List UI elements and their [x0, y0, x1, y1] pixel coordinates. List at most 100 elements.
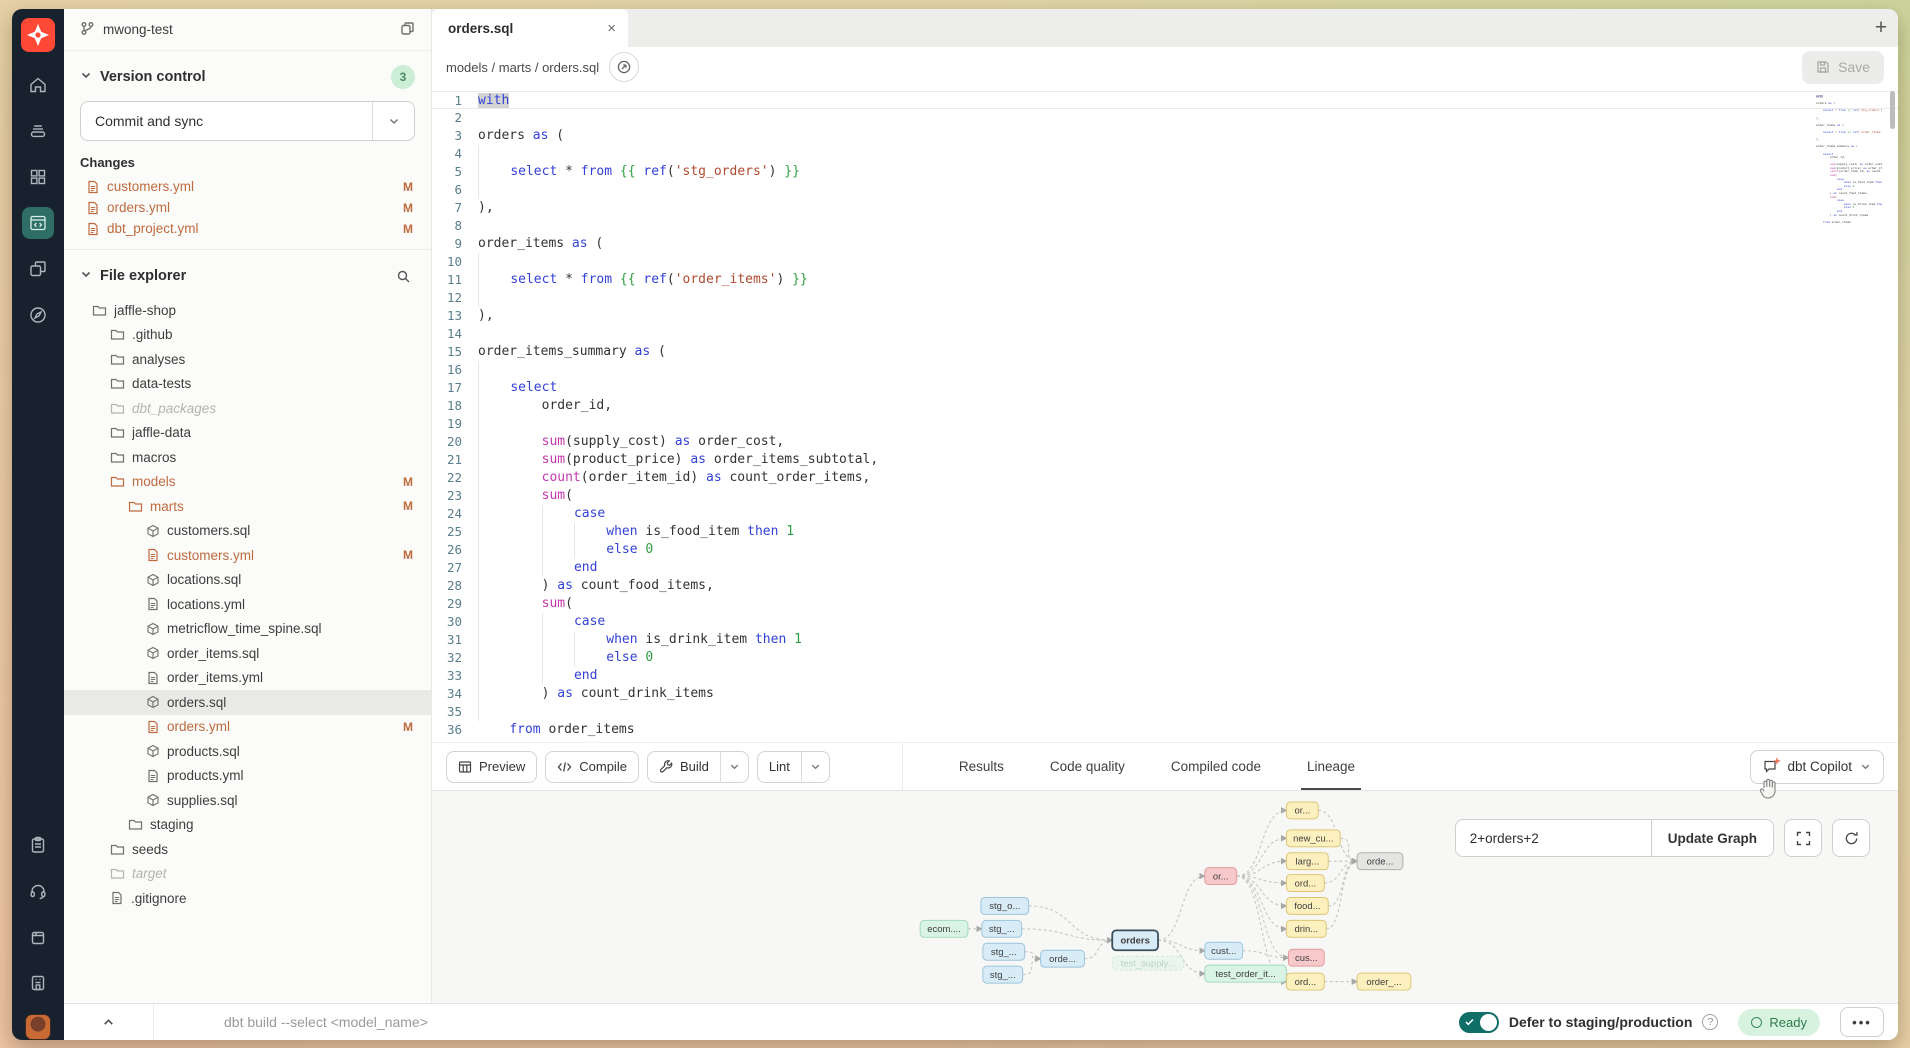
lineage-node-orde_grey[interactable]: orde...: [1357, 853, 1403, 870]
tree-item[interactable]: locations.sql: [64, 568, 431, 593]
line-number: 23: [432, 487, 478, 505]
tree-item[interactable]: macros: [64, 445, 431, 470]
lineage-node-ghost[interactable]: test_supply...: [1112, 956, 1184, 970]
lineage-node-larg[interactable]: larg...: [1286, 853, 1328, 870]
lineage-node-new_cu[interactable]: new_cu...: [1286, 830, 1340, 847]
tree-item[interactable]: customers.ymlM: [64, 543, 431, 568]
tree-item[interactable]: order_items.yml: [64, 666, 431, 691]
help-icon[interactable]: ?: [1702, 1014, 1718, 1030]
tab-lineage[interactable]: Lineage: [1307, 743, 1355, 791]
code-editor[interactable]: 1with23orders as (45 select * from {{ re…: [432, 87, 1898, 742]
minimap[interactable]: withorders as ( select * from {{ ref('st…: [1816, 95, 1882, 300]
tree-item[interactable]: products.sql: [64, 739, 431, 764]
ready-label: Ready: [1769, 1015, 1807, 1030]
lint-options-chevron-icon[interactable]: [801, 752, 829, 782]
tree-item[interactable]: dbt_packages: [64, 396, 431, 421]
file-icon: [146, 720, 160, 734]
lineage-node-ord1[interactable]: ord...: [1286, 875, 1324, 892]
tree-item[interactable]: staging: [64, 813, 431, 838]
changelog-icon[interactable]: [12, 822, 64, 868]
close-icon[interactable]: ×: [607, 20, 616, 37]
save-button[interactable]: Save: [1802, 51, 1884, 84]
copy-icon[interactable]: [400, 21, 415, 39]
lineage-node-drin[interactable]: drin...: [1286, 920, 1326, 937]
preview-button[interactable]: Preview: [446, 751, 537, 783]
lineage-node-ecom[interactable]: ecom....: [920, 920, 968, 937]
projects-icon[interactable]: [12, 246, 64, 292]
lineage-node-or_pink[interactable]: or...: [1205, 868, 1237, 885]
defer-toggle[interactable]: [1459, 1012, 1499, 1033]
lineage-node-or_y[interactable]: or...: [1286, 802, 1318, 819]
expand-command-bar-chevron-icon[interactable]: [64, 1004, 154, 1040]
lineage-node-stg_c[interactable]: stg_...: [983, 943, 1025, 960]
tree-item[interactable]: jaffle-shop: [64, 298, 431, 323]
search-icon[interactable]: [391, 264, 415, 288]
tab-orders-sql[interactable]: orders.sql ×: [432, 9, 628, 47]
docs-icon[interactable]: [12, 914, 64, 960]
changed-file-item[interactable]: dbt_project.ymlM: [64, 218, 431, 239]
compile-button[interactable]: Compile: [545, 751, 639, 783]
avatar[interactable]: [25, 1014, 51, 1040]
lineage-selector-input[interactable]: [1455, 819, 1651, 857]
home-icon[interactable]: [12, 62, 64, 108]
dbt-logo[interactable]: [21, 18, 55, 52]
tab-compiled-code[interactable]: Compiled code: [1171, 743, 1261, 791]
fullscreen-button[interactable]: [1784, 819, 1822, 857]
open-lineage-icon[interactable]: [609, 52, 639, 82]
tree-item[interactable]: .gitignore: [64, 886, 431, 911]
lineage-node-stg_b[interactable]: stg_...: [982, 920, 1022, 937]
tree-item[interactable]: customers.sql: [64, 519, 431, 544]
commit-and-sync-button[interactable]: Commit and sync: [80, 101, 415, 141]
tree-item[interactable]: orders.sql: [64, 690, 431, 715]
tree-item[interactable]: martsM: [64, 494, 431, 519]
changed-file-item[interactable]: customers.ymlM: [64, 176, 431, 197]
tree-item[interactable]: products.yml: [64, 764, 431, 789]
dbt-command-input[interactable]: [154, 1004, 1459, 1040]
build-button[interactable]: Build: [647, 751, 749, 783]
folder-icon: [110, 867, 125, 880]
tree-item[interactable]: target: [64, 862, 431, 887]
chevron-down-icon[interactable]: [80, 268, 92, 284]
lineage-node-cust[interactable]: cust...: [1205, 942, 1243, 959]
code-line: 21 sum(product_price) as order_items_sub…: [432, 451, 1898, 469]
tree-item[interactable]: orders.ymlM: [64, 715, 431, 740]
build-options-chevron-icon[interactable]: [720, 752, 748, 782]
lineage-node-stg_d[interactable]: stg_...: [983, 966, 1023, 983]
lineage-node-cus_pink[interactable]: cus...: [1288, 949, 1324, 966]
commit-options-chevron-icon[interactable]: [372, 102, 414, 140]
lineage-node-ord2[interactable]: ord...: [1286, 973, 1324, 990]
lineage-node-stg_o[interactable]: stg_o...: [981, 897, 1029, 914]
tree-item[interactable]: .github: [64, 323, 431, 348]
lineage-node-orde1[interactable]: orde...: [1041, 950, 1085, 967]
tab-results[interactable]: Results: [959, 743, 1004, 791]
tree-item[interactable]: seeds: [64, 837, 431, 862]
explore-icon[interactable]: [12, 292, 64, 338]
tree-item[interactable]: metricflow_time_spine.sql: [64, 617, 431, 642]
tree-item[interactable]: data-tests: [64, 372, 431, 397]
tree-item[interactable]: order_items.sql: [64, 641, 431, 666]
lineage-node-food[interactable]: food...: [1286, 897, 1328, 914]
chevron-down-icon[interactable]: [80, 69, 92, 85]
refresh-button[interactable]: [1832, 819, 1870, 857]
tree-item[interactable]: analyses: [64, 347, 431, 372]
tree-item[interactable]: locations.yml: [64, 592, 431, 617]
tree-item[interactable]: modelsM: [64, 470, 431, 495]
lineage-node-orders[interactable]: orders: [1112, 930, 1158, 950]
studio-editor-icon[interactable]: [12, 200, 64, 246]
tree-item[interactable]: jaffle-data: [64, 421, 431, 446]
support-icon[interactable]: [12, 868, 64, 914]
more-options-button[interactable]: •••: [1840, 1007, 1884, 1037]
tab-code-quality[interactable]: Code quality: [1050, 743, 1125, 791]
new-tab-button[interactable]: +: [1864, 13, 1898, 43]
changed-file-item[interactable]: orders.ymlM: [64, 197, 431, 218]
file-explorer-section: File explorer jaffle-shop.githubanalyses…: [64, 250, 431, 1003]
shortcuts-icon[interactable]: [12, 960, 64, 1006]
lint-button[interactable]: Lint: [757, 751, 830, 783]
environments-icon[interactable]: [12, 108, 64, 154]
dashboard-icon[interactable]: [12, 154, 64, 200]
tree-item[interactable]: supplies.sql: [64, 788, 431, 813]
scrollbar-thumb[interactable]: [1890, 91, 1895, 129]
lineage-node-test_order[interactable]: test_order_it...: [1205, 965, 1287, 982]
lineage-node-order_y[interactable]: order_...: [1357, 973, 1411, 990]
update-graph-button[interactable]: Update Graph: [1651, 819, 1774, 857]
